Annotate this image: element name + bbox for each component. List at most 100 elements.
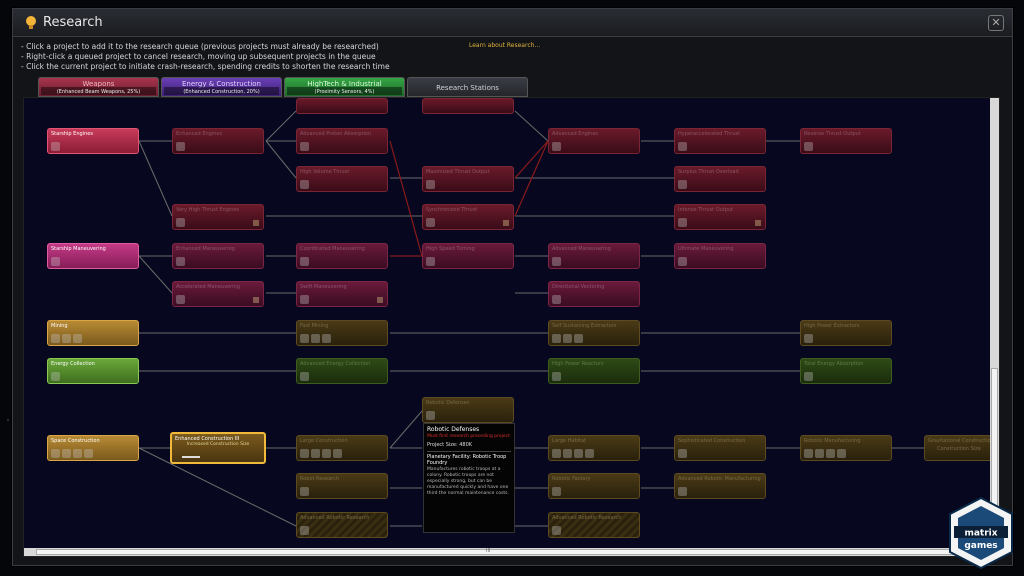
research-node-robotic-factory[interactable]: Robotic Factory <box>548 473 640 499</box>
node-label: Advanced Engines <box>552 131 599 137</box>
node-icons <box>300 487 309 496</box>
category-energy-collection[interactable]: Energy Collection <box>47 358 139 384</box>
research-node-reverse-thrust[interactable]: Reverse Thrust Output <box>800 128 892 154</box>
tab-weapons[interactable]: Weapons (Enhanced Beam Weapons, 25%) <box>38 77 159 97</box>
facility-icon <box>253 297 259 303</box>
node-label: High Volume Thrust <box>300 169 350 175</box>
research-node-directional-vectoring[interactable]: Directional Vectoring <box>548 281 640 307</box>
vertical-scrollbar[interactable] <box>990 98 999 556</box>
research-node-self-sustaining-extractors[interactable]: Self Sustaining Extractors <box>548 320 640 346</box>
node-label: Mining <box>51 323 68 329</box>
research-node-ultimate-maneuvering[interactable]: Ultimate Maneuvering <box>674 243 766 269</box>
engine-icon <box>176 142 185 151</box>
close-icon: ✕ <box>991 16 1001 29</box>
drill-icon <box>311 334 320 343</box>
tooltip-project-size: Project Size: 480K <box>427 442 473 448</box>
research-node[interactable] <box>296 98 388 114</box>
matrix-games-logo: matrix games <box>949 496 1013 570</box>
research-node-sophisticated-construction[interactable]: Sophisticated Construction <box>674 435 766 461</box>
research-node-advanced-robotic-research-2[interactable]: Advanced Robotic Research <box>548 512 640 538</box>
research-node-advanced-robotic-research[interactable]: Advanced Robotic Research <box>296 512 388 538</box>
research-node-robotic-manufacturing[interactable]: Robotic Manufacturing <box>800 435 892 461</box>
research-node-advanced-maneuvering[interactable]: Advanced Maneuvering <box>548 243 640 269</box>
scroll-grip: III <box>486 548 491 554</box>
category-space-construction[interactable]: Space Construction <box>47 435 139 461</box>
mining-icon <box>300 334 309 343</box>
research-node-advanced-engines[interactable]: Advanced Engines <box>548 128 640 154</box>
research-node-large-habitat[interactable]: Large Habitat <box>548 435 640 461</box>
instruction-line: - Right-click a queued project to cancel… <box>21 52 376 61</box>
node-icons <box>426 411 435 420</box>
research-node-advanced-energy-collection[interactable]: Advanced Energy Collection <box>296 358 388 384</box>
research-node-high-power-extractors[interactable]: High Power Extractors <box>800 320 892 346</box>
research-node-total-energy-absorption[interactable]: Total Energy Absorption <box>800 358 892 384</box>
research-node-intense-thrust[interactable]: Intense Thrust Output <box>674 204 766 230</box>
research-node-swift-maneuvering[interactable]: Swift Maneuvering <box>296 281 388 307</box>
miner-icon <box>574 334 583 343</box>
node-icons <box>552 295 561 304</box>
research-node-robotic-defenses[interactable]: Robotic Defenses <box>422 397 514 423</box>
node-label: High Speed Turning <box>426 246 475 252</box>
scroll-thumb[interactable] <box>36 549 966 555</box>
node-label: Starship Maneuvering <box>51 246 106 252</box>
tooltip-description: Manufactures robotic troops at a colony.… <box>427 466 509 496</box>
node-icons <box>300 334 331 343</box>
tab-research-stations[interactable]: Research Stations <box>407 77 528 97</box>
research-node-accelerated-maneuvering[interactable]: Accelerated Maneuvering <box>172 281 264 307</box>
habitat-icon <box>826 449 835 458</box>
robot-icon <box>552 526 561 535</box>
research-node-gravitational-construction[interactable]: Gravitational Construction Construction S… <box>924 435 994 461</box>
category-starship-maneuvering[interactable]: Starship Maneuvering <box>47 243 139 269</box>
research-node-enhanced-engines[interactable]: Enhanced Engines <box>172 128 264 154</box>
mining-icon <box>51 334 60 343</box>
mining-icon <box>552 334 561 343</box>
research-node-synchronized-thrust[interactable]: Synchronized Thrust <box>422 204 514 230</box>
node-label: High Power Extractors <box>804 323 860 329</box>
research-node-high-power-reactors[interactable]: High Power Reactors <box>548 358 640 384</box>
research-node-coordinated-maneuvering[interactable]: Coordinated Maneuvering <box>296 243 388 269</box>
research-node-very-high-thrust[interactable]: Very High Thrust Engines <box>172 204 264 230</box>
node-label: Large Habitat <box>552 438 587 444</box>
research-node-enhanced-maneuvering[interactable]: Enhanced Maneuvering <box>172 243 264 269</box>
tab-progress: (Enhanced Construction, 20%) <box>183 89 260 95</box>
habitat-icon <box>585 449 594 458</box>
research-node-advanced-proton[interactable]: Advanced Proton Absorption <box>296 128 388 154</box>
robot-icon <box>426 411 435 420</box>
research-node[interactable] <box>422 98 514 114</box>
thruster-icon <box>176 257 185 266</box>
thruster-icon <box>426 257 435 266</box>
research-node-maximized-thrust[interactable]: Maximized Thrust Output <box>422 166 514 192</box>
research-node-large-construction[interactable]: Large Construction <box>296 435 388 461</box>
node-icons <box>678 487 687 496</box>
research-node-enhanced-construction-selected[interactable]: Enhanced Construction III Increased Cons… <box>170 432 266 464</box>
research-node-fast-mining[interactable]: Fast Mining <box>296 320 388 346</box>
node-label: Advanced Robotic Manufacturing <box>678 476 761 482</box>
node-label: Total Energy Absorption <box>804 361 864 367</box>
research-node-robot-research[interactable]: Robot Research <box>296 473 388 499</box>
node-icons <box>552 334 583 343</box>
category-starship-engines[interactable]: Starship Engines <box>47 128 139 154</box>
close-button[interactable]: ✕ <box>988 15 1004 31</box>
research-node-advanced-robotic-manufacturing[interactable]: Advanced Robotic Manufacturing <box>674 473 766 499</box>
horizontal-scrollbar[interactable]: III <box>24 548 992 556</box>
research-node-high-speed-turning[interactable]: High Speed Turning <box>422 243 514 269</box>
tab-energy-construction[interactable]: Energy & Construction (Enhanced Construc… <box>161 77 282 97</box>
node-icons <box>176 142 185 151</box>
node-subtitle: Increased Construction Size <box>186 442 250 447</box>
drill-icon <box>563 334 572 343</box>
research-node-high-volume-thrust[interactable]: High Volume Thrust <box>296 166 388 192</box>
robot-icon <box>678 487 687 496</box>
habitat-icon <box>322 449 331 458</box>
research-node-surplus-thrust[interactable]: Surplus Thrust Overload <box>674 166 766 192</box>
learn-research-link[interactable]: Learn about Research... <box>469 42 540 49</box>
node-label: Gravitational Construction <box>928 438 994 444</box>
tab-hightech-industrial[interactable]: HighTech & Industrial (Proximity Sensors… <box>284 77 405 97</box>
tooltip-warning: Must first research preceding project <box>427 433 510 439</box>
research-node-hyperaccelerated-thrust[interactable]: Hyperaccelerated Thrust <box>674 128 766 154</box>
node-icons <box>552 142 561 151</box>
tab-label: Research Stations <box>436 84 499 92</box>
node-icons <box>804 372 813 381</box>
node-label: Very High Thrust Engines <box>176 207 240 213</box>
category-mining[interactable]: Mining <box>47 320 139 346</box>
engine-icon <box>426 218 435 227</box>
